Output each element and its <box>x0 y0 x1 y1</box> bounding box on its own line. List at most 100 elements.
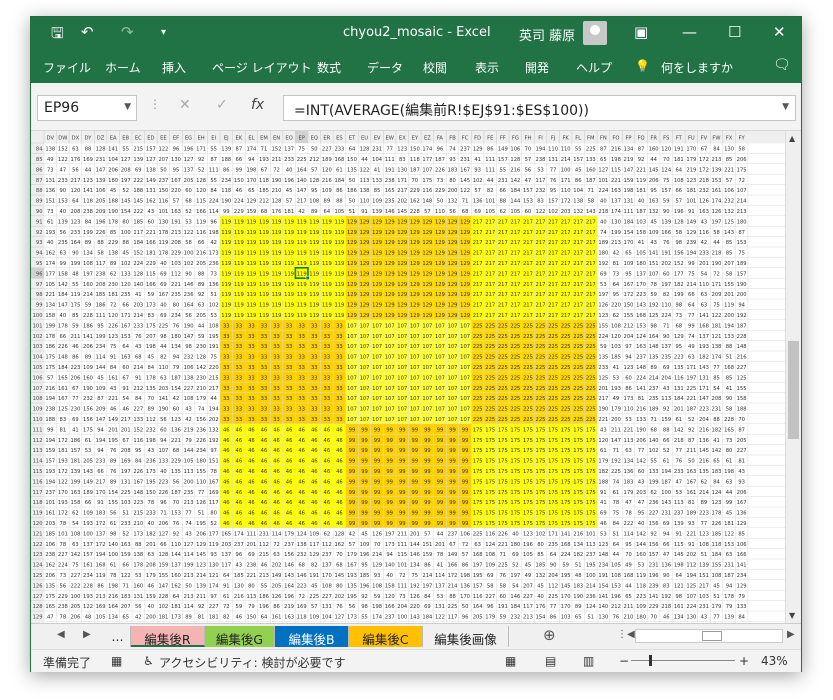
sheet-tab[interactable]: 編集後R <box>131 626 205 647</box>
cell-value: 217 <box>598 396 608 402</box>
cell-value: 193 <box>45 230 55 236</box>
cell-value: 59 <box>600 344 607 350</box>
tab-help[interactable]: ヘルプ <box>576 59 612 76</box>
cell-value: 46 <box>236 615 243 621</box>
tab-scroll-dots-icon[interactable]: ⋮ <box>617 629 627 640</box>
cell-value: 214 <box>586 583 597 589</box>
cell-value: 138 <box>133 552 143 558</box>
cell-value: 123 <box>83 178 93 184</box>
cell-value: 99 <box>437 448 444 454</box>
cell-grid[interactable]: 138 152 63 88 128 141 55 215 157 122 96 196 171 55 139… <box>31 131 785 623</box>
cell-value: 237 <box>385 615 395 621</box>
cell-value: 117 <box>221 563 231 569</box>
zoom-slider[interactable] <box>631 660 735 661</box>
chevron-down-icon[interactable]: ▼ <box>124 102 131 112</box>
page-layout-view-icon[interactable]: ▤ <box>545 654 556 668</box>
comments-icon[interactable]: 🗨 <box>773 57 791 73</box>
cell-value: 107 <box>347 334 357 340</box>
enter-icon[interactable]: ✓ <box>216 97 228 113</box>
accessibility-icon[interactable]: ♿ <box>143 654 154 668</box>
cell-value: 107 <box>372 365 382 371</box>
ribbon-display-icon[interactable]: ▣ <box>634 23 648 41</box>
cell-value: 91 <box>688 542 695 548</box>
tab-data[interactable]: データ <box>367 59 403 76</box>
cell-value: 69 <box>487 573 494 579</box>
vertical-scroll-thumb[interactable] <box>788 341 799 439</box>
cell-value: 129 <box>410 251 420 257</box>
zoom-level[interactable]: 43% <box>761 654 788 668</box>
cell-value: 75 <box>110 344 117 350</box>
cell-value: 141 <box>108 147 118 153</box>
next-sheet-icon[interactable]: ▶ <box>83 629 91 640</box>
scroll-down-icon[interactable]: ▼ <box>789 611 795 620</box>
insert-function-icon[interactable]: fx <box>251 97 264 113</box>
cell-value: 33 <box>324 323 331 329</box>
tab-view[interactable]: 表示 <box>475 59 499 76</box>
normal-view-icon[interactable]: ▦ <box>505 654 516 668</box>
cell-value: 118 <box>712 542 722 548</box>
customize-quick-access-icon[interactable]: ▾ <box>161 27 166 38</box>
save-icon[interactable]: 🖫 <box>51 23 64 48</box>
fill-handle[interactable] <box>305 275 310 280</box>
tab-developer[interactable]: 開発 <box>525 59 549 76</box>
horizontal-scroll-thumb[interactable] <box>702 631 722 641</box>
zoom-in-icon[interactable]: + <box>739 654 749 668</box>
scroll-up-icon[interactable]: ▲ <box>789 134 795 143</box>
minimize-button[interactable]: — <box>682 23 697 41</box>
sheet-tab[interactable]: 編集後画像 <box>423 626 509 647</box>
cancel-icon[interactable]: ✕ <box>179 97 191 113</box>
tab-file[interactable]: ファイル <box>43 59 91 76</box>
expand-formula-icon[interactable]: ▼ <box>782 102 789 112</box>
redo-icon[interactable]: ↷ <box>121 23 134 41</box>
tab-review[interactable]: 校閲 <box>423 59 447 76</box>
add-sheet-icon[interactable]: ⊕ <box>543 626 556 644</box>
column-header: FX <box>726 136 733 142</box>
accessibility-status[interactable]: アクセシビリティ: 検討が必要です <box>159 654 346 671</box>
tell-me-search[interactable]: 何をしますか <box>661 59 733 76</box>
formula-input[interactable]: =INT(AVERAGE(編集前R!$EJ$91:$ES$100)) ▼ <box>283 95 796 121</box>
undo-icon[interactable]: ↶ <box>81 23 94 41</box>
cell-value: 105 <box>611 563 621 569</box>
macro-record-icon[interactable]: ▦ <box>111 654 122 668</box>
hscroll-right-icon[interactable]: ▶ <box>787 629 795 640</box>
sheet-tab[interactable]: ... <box>105 626 131 647</box>
zoom-slider-thumb[interactable] <box>649 655 652 666</box>
cell-value: 114 <box>96 355 107 361</box>
zoom-out-icon[interactable]: − <box>619 654 629 668</box>
cell-value: 45 <box>537 583 544 589</box>
cell-value: 206 <box>737 490 747 496</box>
tab-insert[interactable]: 挿入 <box>162 59 186 76</box>
page-break-view-icon[interactable]: ▥ <box>583 654 594 668</box>
sheet-tab[interactable]: 編集後G <box>205 626 275 647</box>
horizontal-scrollbar[interactable] <box>635 629 783 643</box>
cell-value: 144 <box>171 552 182 558</box>
avatar[interactable] <box>583 21 607 45</box>
close-button[interactable]: ✕ <box>773 23 786 41</box>
restore-button[interactable]: ☐ <box>728 23 741 41</box>
sheet-tab[interactable]: 編集後C <box>349 626 423 647</box>
cell-value: 108 <box>309 199 319 205</box>
cell-value: 217 <box>573 282 583 288</box>
cell-value: 58 <box>487 583 494 589</box>
tab-formulas[interactable]: 数式 <box>317 59 341 76</box>
sheet-tab[interactable]: 編集後B <box>275 626 349 647</box>
tab-page-layout[interactable]: ページ レイアウト <box>212 59 312 76</box>
cell-value: 108 <box>712 573 722 579</box>
cell-value: 119 <box>322 230 332 236</box>
cell-value: 60 <box>525 209 532 215</box>
cell-value: 223 <box>636 594 646 600</box>
cell-value: 225 <box>561 365 571 371</box>
cell-value: 46 <box>261 438 268 444</box>
cell-value: 46 <box>223 427 230 433</box>
hscroll-left-icon[interactable]: ◀ <box>627 629 635 640</box>
prev-sheet-icon[interactable]: ◀ <box>57 629 65 640</box>
cell-value: 150 <box>246 615 256 621</box>
user-name[interactable]: 英司 藤原 <box>519 25 575 44</box>
cell-value: 204 <box>661 375 672 381</box>
drag-handle-icon[interactable]: ⋮ <box>149 97 161 111</box>
tab-home[interactable]: ホーム <box>105 59 141 76</box>
cell-value: 135 <box>674 365 684 371</box>
name-box[interactable]: EP96 ▼ <box>37 95 137 121</box>
cell-value: 159 <box>661 417 671 423</box>
vertical-scrollbar[interactable]: ▲ ▼ <box>785 131 801 623</box>
